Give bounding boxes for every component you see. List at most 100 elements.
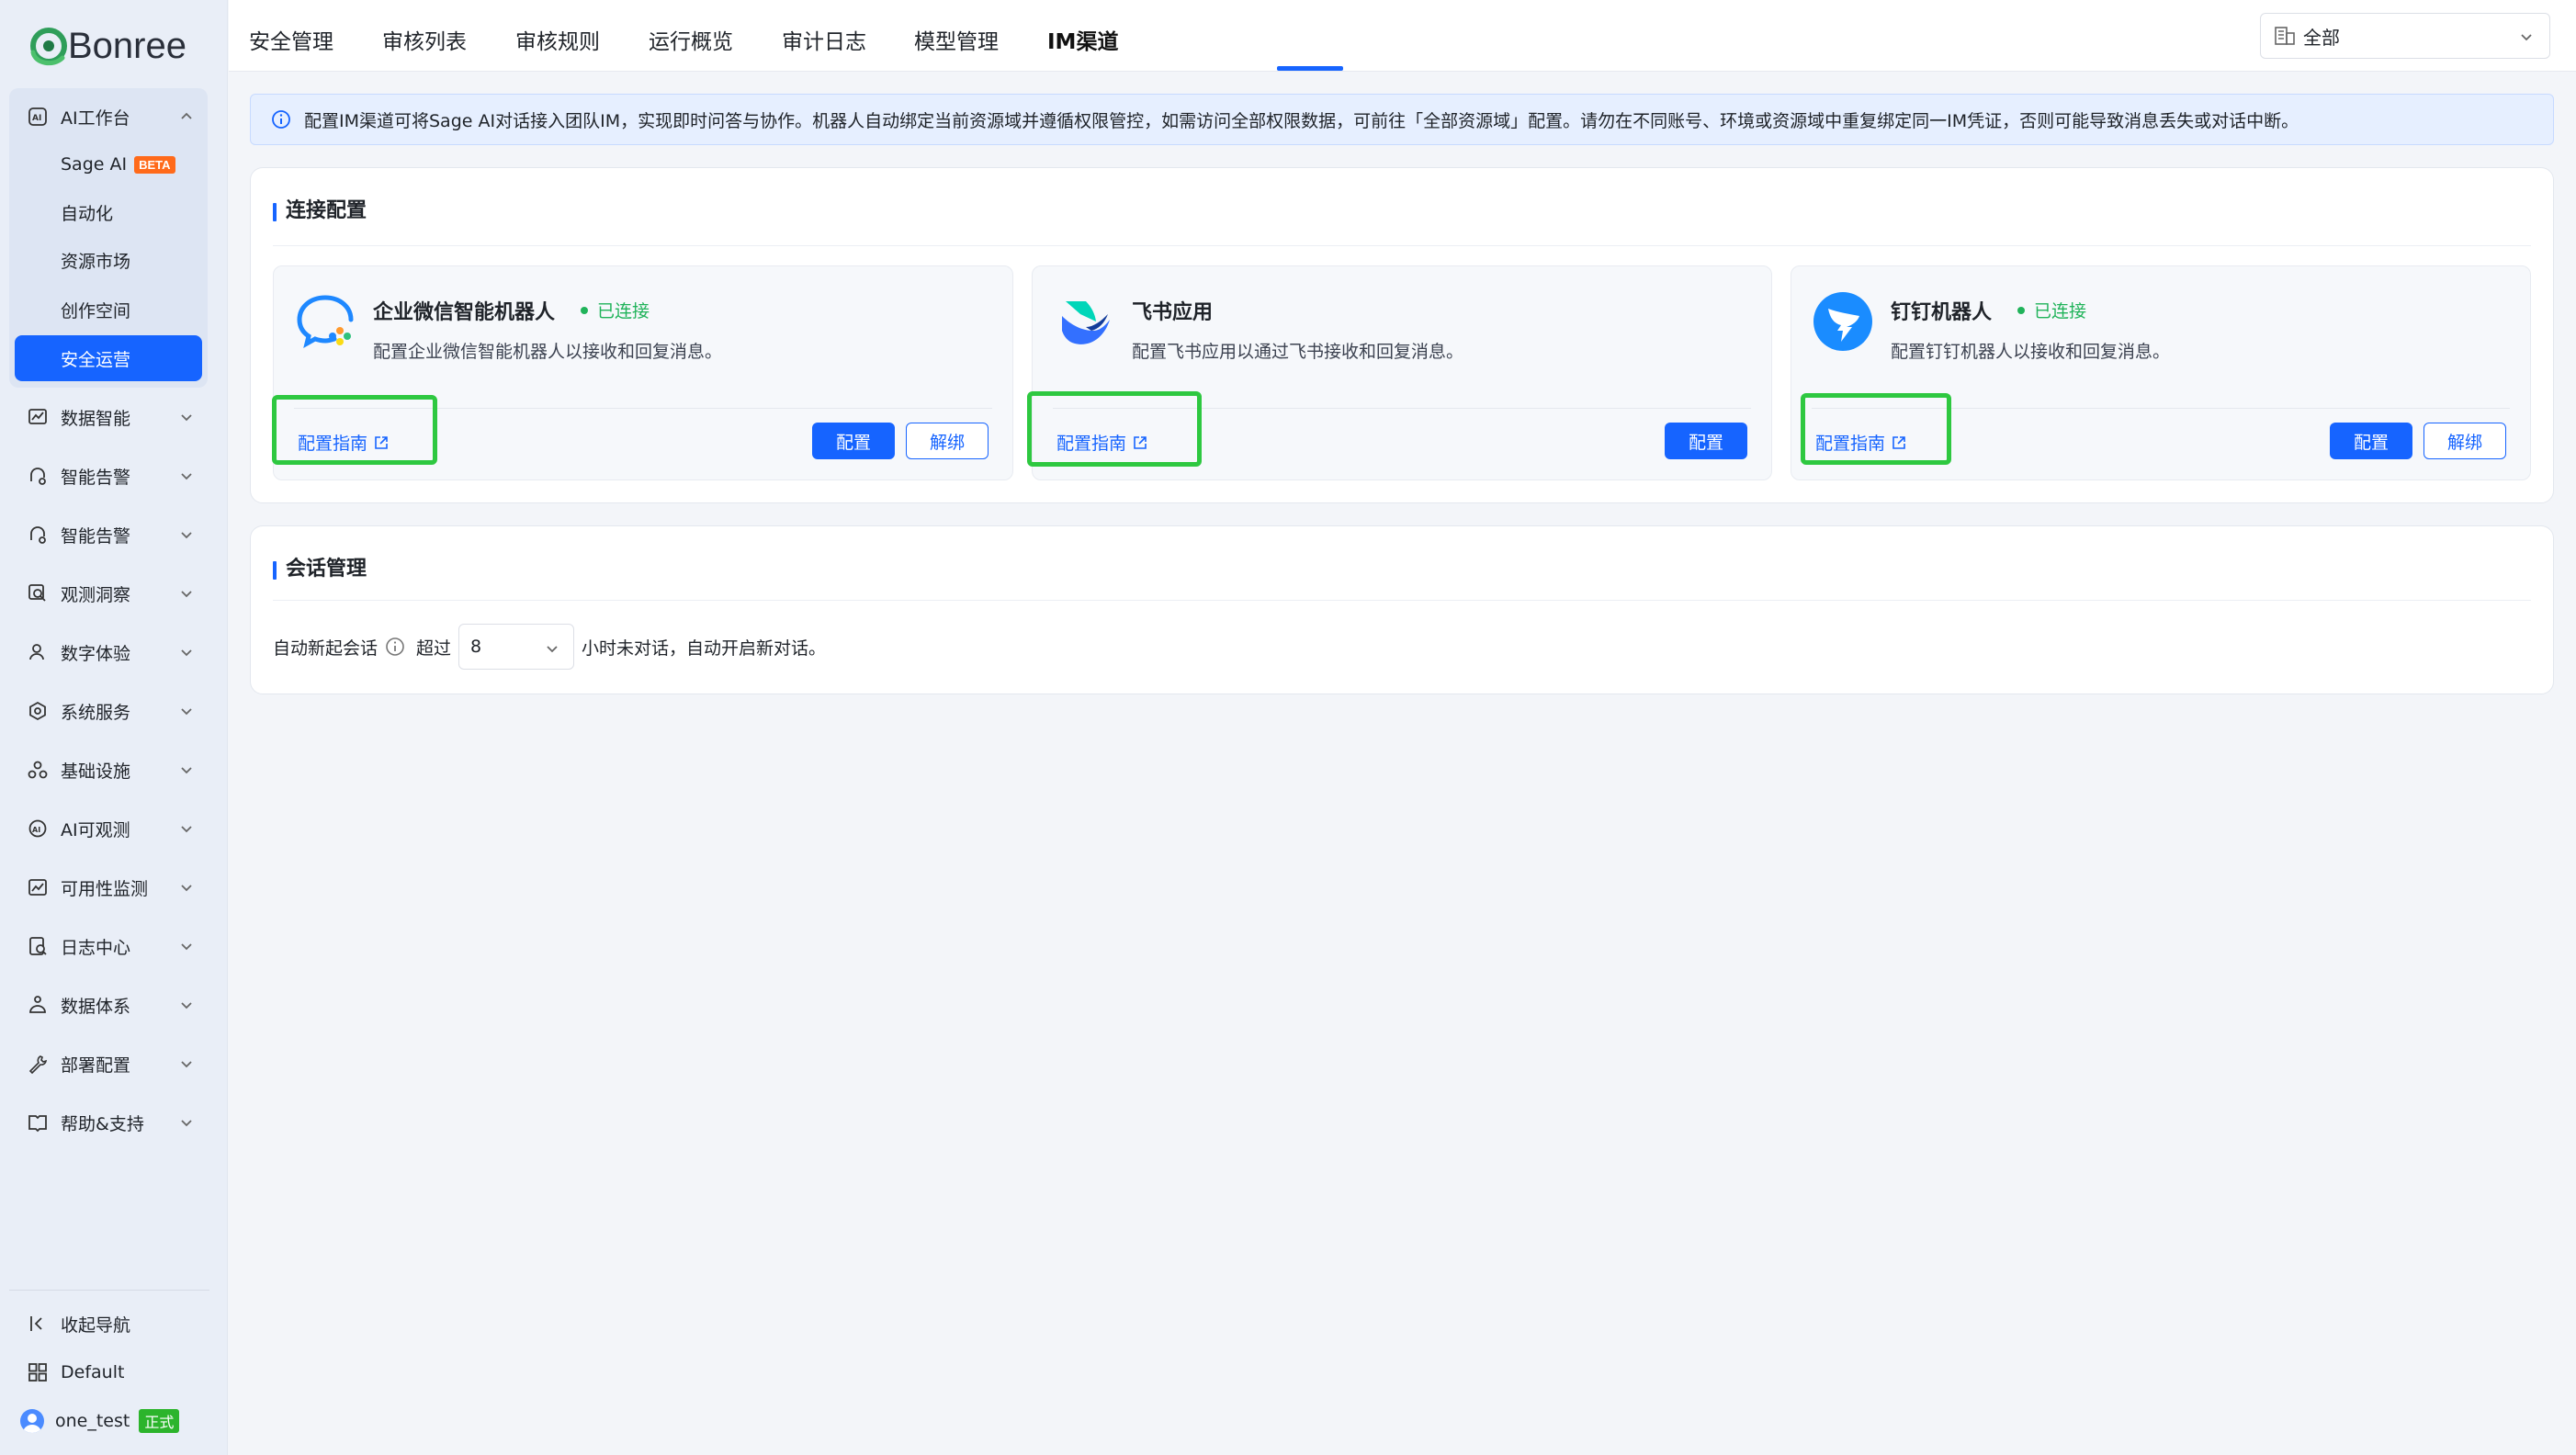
sidebar-item-infrastructure[interactable]: 基础设施: [13, 749, 206, 791]
insight-icon: [26, 581, 50, 605]
tab-audit-list[interactable]: 审核列表: [382, 24, 467, 72]
sidebar-item-digital-experience[interactable]: 数字体验: [13, 631, 206, 673]
sidebar-item-smart-alert[interactable]: 智能告警: [13, 455, 206, 497]
tab-audit-rules[interactable]: 审核规则: [515, 24, 600, 72]
auto-new-session-label: 自动新起会话: [273, 637, 378, 659]
wecom-icon: [297, 295, 354, 348]
config-button[interactable]: 配置: [812, 423, 895, 459]
env-badge: 正式: [139, 1409, 180, 1433]
sidebar-item-label: 日志中心: [61, 937, 131, 958]
tab-model-management[interactable]: 模型管理: [914, 24, 999, 72]
chevron-down-icon: [181, 649, 192, 657]
chevron-down-icon: [2521, 34, 2532, 41]
sidebar-subitem-label: 自动化: [61, 203, 114, 224]
sidebar-item-label: AI可观测: [61, 819, 130, 840]
hours-select[interactable]: 8: [458, 624, 575, 670]
sidebar-item-label: AI工作台: [61, 107, 130, 129]
status-dot: [2017, 306, 2025, 314]
unbind-button[interactable]: 解绑: [906, 423, 989, 459]
chevron-down-icon: [181, 414, 192, 422]
sidebar-item-label: 帮助&支持: [61, 1113, 144, 1134]
sidebar-divider: [9, 1290, 209, 1291]
sidebar-item-label: 数字体验: [61, 643, 131, 664]
svg-text:AI: AI: [32, 114, 41, 123]
chevron-down-icon: [181, 708, 192, 716]
wrench-icon: [26, 1052, 50, 1076]
sidebar-item-label: 基础设施: [61, 761, 131, 782]
brand-name: Bonree: [68, 25, 186, 66]
sidebar-item-availability[interactable]: 可用性监测: [13, 866, 206, 908]
avatar: [20, 1409, 44, 1433]
sidebar-item-ai-workbench[interactable]: AI AI工作台: [13, 96, 206, 138]
resource-scope-select[interactable]: 全部: [2260, 13, 2550, 59]
tab-run-overview[interactable]: 运行概览: [649, 24, 733, 72]
guide-highlight-box: [1027, 391, 1202, 467]
sidebar-subitem-resource-market[interactable]: 资源市场: [15, 237, 202, 283]
chevron-down-icon: [181, 943, 192, 951]
sidebar-item-help-support[interactable]: 帮助&支持: [13, 1101, 206, 1144]
sidebar-item-label: 可用性监测: [61, 878, 149, 899]
system-service-icon: [26, 699, 50, 723]
connection-status: 已连接: [2017, 298, 2086, 322]
chevron-down-icon: [181, 767, 192, 774]
infrastructure-icon: [26, 758, 50, 782]
scope-value: 全部: [2303, 26, 2340, 49]
im-card-description: 配置企业微信智能机器人以接收和回复消息。: [373, 342, 723, 362]
user-name: one_test: [55, 1411, 130, 1431]
svg-text:AI: AI: [32, 826, 40, 834]
ai-workbench-icon: AI: [26, 105, 50, 129]
sidebar-subitem-label: 安全运营: [61, 349, 131, 370]
sidebar-subitem-security-ops[interactable]: 安全运营: [15, 335, 202, 381]
sidebar-item-data-system[interactable]: 数据体系: [13, 984, 206, 1026]
panel-divider: [273, 600, 2531, 601]
info-banner: 配置IM渠道可将Sage AI对话接入团队IM，实现即时问答与协作。机器人自动绑…: [250, 94, 2554, 145]
hours-value: 8: [470, 637, 482, 657]
collapse-nav-button[interactable]: 收起导航: [13, 1303, 130, 1345]
collapse-nav-label: 收起导航: [61, 1314, 131, 1336]
sidebar-item-system-service[interactable]: 系统服务: [13, 690, 206, 732]
collapse-icon: [26, 1312, 50, 1336]
chevron-down-icon: [181, 1002, 192, 1009]
sidebar-item-smart-alert-2[interactable]: 智能告警: [13, 513, 206, 556]
top-navigation: 安全管理 审核列表 审核规则 运行概览 审计日志 模型管理 IM渠道 全部: [229, 0, 2576, 72]
sidebar-item-label: 数据体系: [61, 996, 131, 1017]
sidebar-item-label: 观测洞察: [61, 584, 131, 605]
sidebar-subitem-creation-space[interactable]: 创作空间: [15, 287, 202, 333]
sidebar-subitem-sage-ai[interactable]: Sage AI BETA: [15, 141, 202, 187]
chevron-up-icon: [181, 112, 192, 119]
tab-security-management[interactable]: 安全管理: [249, 24, 333, 72]
alarm-icon: [26, 523, 50, 547]
section-title-session: 会话管理: [273, 558, 367, 581]
sidebar-subitem-label: Sage AI: [61, 154, 128, 175]
sidebar-item-label: 智能告警: [61, 467, 131, 488]
chevron-down-icon: [181, 532, 192, 539]
dingtalk-icon: [1813, 292, 1872, 351]
config-button[interactable]: 配置: [2330, 423, 2412, 459]
sidebar-item-deploy-config[interactable]: 部署配置: [13, 1043, 206, 1085]
session-management-panel: 会话管理 自动新起会话 超过 8 小时未对话，自动开启新对话。: [250, 525, 2554, 694]
config-button[interactable]: 配置: [1665, 423, 1747, 459]
info-icon[interactable]: [385, 637, 405, 657]
im-card-name: 飞书应用: [1132, 301, 1214, 324]
unbind-button[interactable]: 解绑: [2423, 423, 2506, 459]
im-card-feishu: 飞书应用 配置飞书应用以通过飞书接收和回复消息。 配置指南 配置: [1027, 265, 1772, 480]
sidebar-item-observe-insight[interactable]: 观测洞察: [13, 572, 206, 615]
tab-audit-log[interactable]: 审计日志: [782, 24, 866, 72]
sidebar-item-log-center[interactable]: 日志中心: [13, 925, 206, 967]
sidebar-item-data-intelligence[interactable]: 数据智能: [13, 396, 206, 438]
chevron-down-icon: [181, 1061, 192, 1068]
guide-highlight-box: [1801, 393, 1951, 465]
sidebar-subitem-label: 资源市场: [61, 251, 131, 272]
im-card-dingtalk: 钉钉机器人 已连接 配置钉钉机器人以接收和回复消息。 配置指南 配置 解绑: [1791, 265, 2531, 480]
availability-icon: [26, 875, 50, 899]
workspace-switcher[interactable]: Default: [13, 1351, 124, 1393]
hours-prefix: 超过: [416, 637, 452, 659]
user-menu[interactable]: one_test 正式: [7, 1400, 180, 1442]
sidebar-item-ai-observe[interactable]: AI AI可观测: [13, 807, 206, 850]
bonree-logo[interactable]: Bonree: [26, 22, 186, 70]
alarm-icon: [26, 464, 50, 488]
sidebar-subitem-automation[interactable]: 自动化: [15, 189, 202, 235]
grid-icon: [26, 1360, 50, 1384]
tab-im-channel[interactable]: IM渠道: [1047, 24, 1118, 72]
chevron-down-icon: [181, 885, 192, 892]
